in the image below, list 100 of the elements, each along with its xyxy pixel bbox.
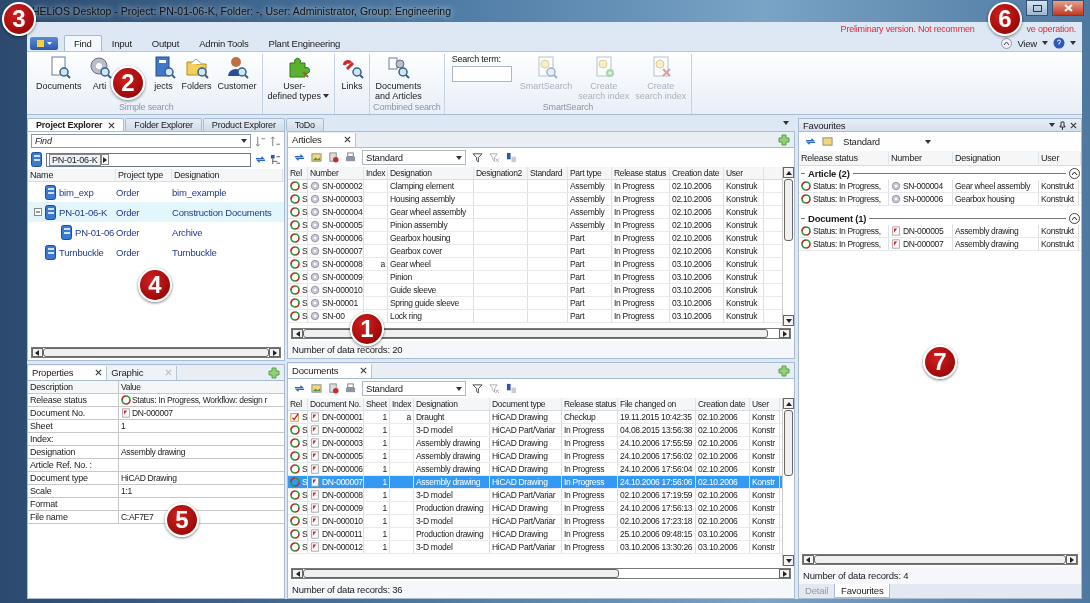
arrow-icon[interactable] (35, 349, 40, 356)
table-row[interactable]: S SN-000006 Gearbox housing Part In Progress 02.10.2006 Konstruk (288, 232, 782, 245)
columns-icon[interactable] (506, 383, 517, 394)
vertical-scrollbar[interactable] (782, 167, 794, 326)
sort-down-icon[interactable] (255, 135, 266, 147)
pane-tab[interactable]: Properties (28, 365, 108, 380)
filter-icon[interactable] (472, 383, 483, 394)
table-row[interactable]: S DN-000005 1 Assembly drawing HiCAD Drawing In Progress 24.10.2006 17:56:02 02.10.2006 Konstr (288, 450, 782, 463)
application-menu-button[interactable] (30, 37, 58, 50)
dropdown-arrow-icon[interactable] (241, 139, 247, 143)
arrow-icon[interactable] (102, 156, 107, 163)
explorer-tab[interactable]: ToDo (285, 118, 324, 131)
tree-row[interactable]: PN-01-06 Order Archive (28, 222, 284, 242)
column-header[interactable]: Number (889, 152, 953, 164)
arrow-icon[interactable] (272, 349, 277, 356)
horizontal-scrollbar[interactable] (31, 347, 281, 358)
table-row[interactable]: S SN-00001 Spring guide sleeve Part In Progress 03.10.2006 Konstruk (288, 297, 782, 310)
table-row[interactable]: S DN-000002 1 3-D model HiCAD Part/Variar In Progress 04.08.2015 13:56:38 02.10.2006 Konstr (288, 424, 782, 437)
vertical-scrollbar[interactable] (782, 398, 794, 566)
column-header[interactable]: File changed on (618, 398, 696, 410)
path-field[interactable]: PN-01-06-K (46, 152, 251, 167)
column-header[interactable]: Number (308, 167, 364, 179)
picture-icon[interactable] (311, 383, 322, 394)
tree-row[interactable]: PN-01-06-K Order Construction Documents (28, 202, 284, 222)
delete-icon[interactable] (328, 152, 339, 163)
close-icon[interactable] (108, 121, 116, 129)
column-header[interactable]: Designation (953, 152, 1039, 164)
close-icon[interactable] (343, 136, 351, 143)
print-icon[interactable] (345, 383, 356, 394)
arrow-icon[interactable] (785, 170, 792, 175)
column-header[interactable]: Rel (288, 167, 308, 179)
ribbon-button[interactable]: Documents and Articles (373, 54, 424, 102)
horizontal-scrollbar[interactable] (291, 568, 791, 579)
table-row[interactable]: S DN-000011 1 Production drawing HiCAD Drawing In Progress 25.10.2006 09:48:15 03.10.2006 Konstr (288, 528, 782, 541)
column-header[interactable]: Designation (172, 169, 283, 181)
refresh-icon[interactable] (805, 136, 816, 147)
find-field[interactable]: Find (31, 134, 251, 148)
help-icon[interactable] (1053, 37, 1065, 49)
refresh-icon[interactable] (255, 154, 266, 165)
ribbon-button[interactable]: Links (338, 54, 367, 102)
column-header[interactable]: Index (364, 167, 388, 179)
view-menu[interactable]: View (1017, 37, 1037, 49)
ribbon-tab[interactable]: Plant Engineering (258, 35, 351, 51)
explorer-tab[interactable]: Product Explorer (202, 118, 285, 131)
table-row[interactable]: S SN-000002 Clamping element Assembly In Progress 02.10.2006 Konstruk (288, 180, 782, 193)
pane-tab[interactable]: Documents (288, 363, 373, 378)
ribbon-tab[interactable]: Find (64, 35, 102, 51)
ribbon-button[interactable]: Customer (215, 54, 259, 102)
explorer-tab[interactable]: Project Explorer (27, 118, 125, 131)
column-header[interactable]: Sheet (364, 398, 390, 410)
picture-icon[interactable] (311, 152, 322, 163)
dropdown-arrow-icon[interactable] (1049, 123, 1055, 127)
ribbon-button[interactable]: User- defined types (265, 54, 332, 102)
dropdown-arrow-icon[interactable] (783, 121, 789, 125)
column-header[interactable]: Release status (799, 152, 889, 164)
bottom-tab[interactable]: Favourites (834, 584, 891, 598)
ribbon-button[interactable]: Arti (85, 54, 114, 102)
arrow-icon[interactable] (785, 401, 792, 406)
column-header[interactable]: Part type (568, 167, 612, 179)
ribbon-button[interactable]: Documents (34, 54, 84, 102)
ribbon-button[interactable]: jects (149, 54, 178, 102)
view-dropdown[interactable]: Standard (839, 134, 935, 149)
column-header[interactable]: Release status (562, 398, 618, 410)
search-field[interactable] (451, 66, 512, 82)
column-header[interactable]: User (750, 398, 780, 410)
print-icon[interactable] (345, 152, 356, 163)
collapse-icon[interactable] (1069, 213, 1080, 224)
column-header[interactable]: Project type (116, 169, 172, 181)
tree-options-icon[interactable] (270, 154, 281, 165)
column-header[interactable]: Designation2 (474, 167, 528, 179)
column-header[interactable]: Designation (414, 398, 490, 410)
view-dropdown[interactable]: Standard (362, 150, 466, 165)
table-row[interactable]: S DN-000001 1 a Draught HiCAD Drawing Checkup 19.11.2015 10:42:35 02.10.2006 Konstr (288, 411, 782, 424)
dropdown-arrow-icon[interactable] (925, 139, 931, 144)
close-button[interactable] (1052, 0, 1084, 16)
collapse-icon[interactable] (1069, 168, 1080, 179)
tree-row[interactable]: bim_exp Order bim_example (28, 182, 284, 202)
table-row[interactable]: S SN-000008 a Gear wheel Part In Progress 03.10.2006 Konstruk (288, 258, 782, 271)
dropdown-arrow-icon[interactable] (456, 155, 462, 160)
table-row[interactable]: S SN-000005 Pinion assembly Assembly In Progress 02.10.2006 Konstruk (288, 219, 782, 232)
table-row[interactable]: S DN-000008 1 3-D model HiCAD Part/Variar In Progress 02.10.2006 17:19:59 02.10.2006 Konstr (288, 489, 782, 502)
delete-icon[interactable] (328, 383, 339, 394)
dropdown-arrow-icon[interactable] (1042, 41, 1048, 45)
ribbon-tab[interactable]: Output (141, 35, 190, 51)
table-row[interactable]: S SN-000007 Gearbox cover Part In Progress 02.10.2006 Konstruk (288, 245, 782, 258)
column-header[interactable]: Standard (528, 167, 568, 179)
column-header[interactable]: Index (390, 398, 414, 410)
arrow-icon[interactable] (295, 330, 300, 337)
column-header[interactable]: Creation date (696, 398, 750, 410)
tree-row[interactable]: Turnbuckle Order Turnbuckle (28, 242, 284, 262)
column-header[interactable]: Release status (612, 167, 670, 179)
horizontal-scrollbar[interactable] (802, 554, 1078, 565)
table-row[interactable]: S DN-000003 1 Assembly drawing HiCAD Drawing In Progress 24.10.2006 17:55:59 02.10.2006 Konstr (288, 437, 782, 450)
collapse-ribbon-icon[interactable] (1001, 37, 1013, 49)
table-row[interactable]: S DN-000009 1 Production drawing HiCAD Drawing In Progress 24.10.2006 17:56:13 02.10.2006 Konstr (288, 502, 782, 515)
table-row[interactable]: S SN-000009 Pinion Part In Progress 03.10.2006 Konstruk (288, 271, 782, 284)
column-header[interactable]: Designation (388, 167, 474, 179)
column-header[interactable]: User (1039, 152, 1081, 164)
column-header[interactable]: Document No. (308, 398, 364, 410)
table-row[interactable]: S SN-000010 Guide sleeve Part In Progress 03.10.2006 Konstruk (288, 284, 782, 297)
